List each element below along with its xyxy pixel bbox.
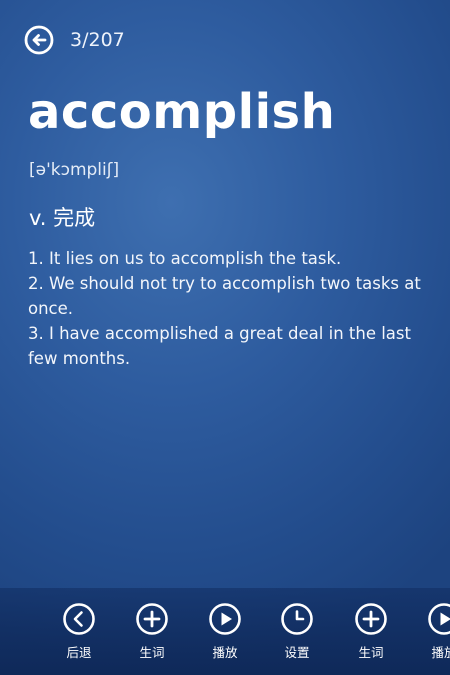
- back-button-toolbar[interactable]: 后退: [51, 602, 107, 661]
- phonetic-transcription: [ə'kɔmpliʃ]: [29, 160, 120, 180]
- example-sentence: 1. It lies on us to accomplish the task.: [28, 249, 342, 268]
- example-sentence: 3. I have accomplished a great deal in t…: [28, 324, 411, 368]
- play-button[interactable]: 播放: [416, 602, 450, 661]
- example-sentences: 1. It lies on us to accomplish the task.…: [28, 246, 428, 371]
- add-new-word-button[interactable]: 生词: [343, 602, 399, 661]
- toolbar-label: 生词: [139, 645, 165, 660]
- plus-circle-icon: [355, 603, 387, 635]
- play-icon: [209, 603, 241, 635]
- back-arrow-circle-icon: [24, 25, 54, 55]
- definition: v. 完成: [29, 206, 96, 230]
- plus-circle-icon: [136, 603, 168, 635]
- back-button[interactable]: [24, 25, 54, 55]
- play-button[interactable]: 播放: [197, 602, 253, 661]
- word-title: accomplish: [28, 84, 336, 140]
- toolbar-label: 播放: [212, 645, 238, 660]
- toolbar-label: 播放: [431, 645, 450, 660]
- back-chevron-icon: [63, 603, 95, 635]
- settings-button[interactable]: 设置: [269, 602, 325, 661]
- play-icon: [428, 603, 450, 635]
- example-sentence: 2. We should not try to accomplish two t…: [28, 274, 421, 318]
- toolbar-label: 设置: [284, 645, 310, 660]
- toolbar-label: 后退: [66, 645, 92, 660]
- header: 3/207: [24, 24, 125, 56]
- bottom-toolbar: 后退 生词 播放 设置 生词 播放: [0, 588, 450, 675]
- toolbar-label: 生词: [358, 645, 384, 660]
- clock-icon: [281, 603, 313, 635]
- add-new-word-button[interactable]: 生词: [124, 602, 180, 661]
- word-counter: 3/207: [70, 29, 125, 51]
